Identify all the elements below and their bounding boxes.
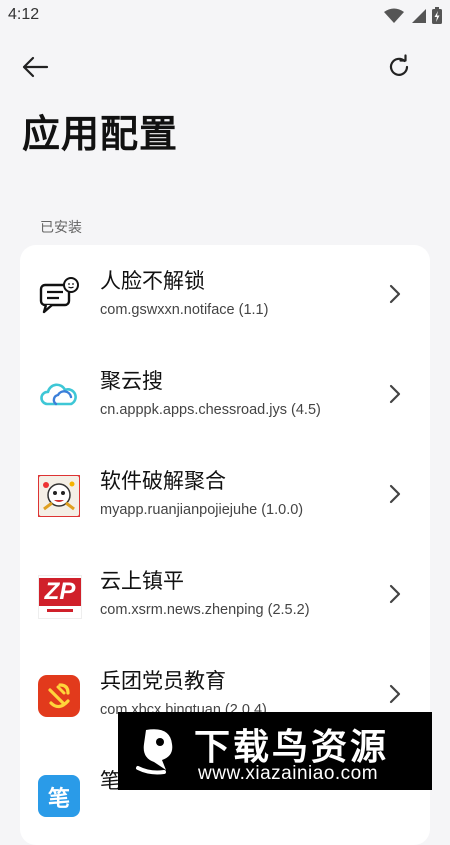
back-button[interactable] [18,50,52,84]
app-package: cn.apppk.apps.chessroad.jys (4.5) [100,402,321,418]
app-name: 软件破解聚合 [100,469,226,493]
chevron-right-icon [389,284,401,304]
app-item[interactable]: 人脸不解锁 com.gswxxn.notiface (1.1) [20,245,430,345]
watermark-url: www.xiazainiao.com [198,763,379,784]
zp-logo-text: ZP [39,578,81,606]
chevron-right-icon [389,584,401,604]
refresh-icon [389,54,409,76]
app-name: 云上镇平 [100,569,184,593]
page-title: 应用配置 [22,112,179,156]
app-package: myapp.ruanjianpojiejuhe (1.0.0) [100,502,304,518]
app-item[interactable]: ZP 云上镇平 com.xsrm.news.zhenping (2.5.2) [20,545,430,645]
signal-icon [412,8,426,23]
app-icon-glyph: 笔 [47,787,70,812]
cartoon-app-icon [38,475,80,517]
watermark-banner: 下载鸟资源 www.xiazainiao.com [118,712,432,790]
chevron-right-icon [389,484,401,504]
app-item[interactable]: 聚云搜 cn.apppk.apps.chessroad.jys (4.5) [20,345,430,445]
status-icons [384,7,442,24]
zp-logo-icon: ZP [38,575,82,619]
app-package: com.xsrm.news.zhenping (2.5.2) [100,602,310,618]
back-arrow-icon [22,56,49,78]
app-package: com.gswxxn.notiface (1.1) [100,302,269,318]
chevron-right-icon [389,684,401,704]
app-name: 兵团党员教育 [100,669,226,693]
app-name: 人脸不解锁 [100,269,205,293]
chevron-right-icon [389,384,401,404]
party-emblem-icon [38,675,80,717]
bird-logo-icon [136,729,173,775]
status-bar: 4:12 [0,0,450,32]
app-icon-blue: 笔 [38,775,80,817]
refresh-button[interactable] [382,50,416,84]
wifi-icon [384,8,404,23]
app-item[interactable]: 软件破解聚合 myapp.ruanjianpojiejuhe (1.0.0) [20,445,430,545]
face-chat-icon [39,277,79,314]
battery-icon [432,7,442,24]
section-label-installed: 已安装 [40,220,82,236]
app-name: 聚云搜 [100,369,163,393]
top-bar [0,40,450,90]
cloud-icon [40,383,77,406]
status-time: 4:12 [8,6,40,23]
